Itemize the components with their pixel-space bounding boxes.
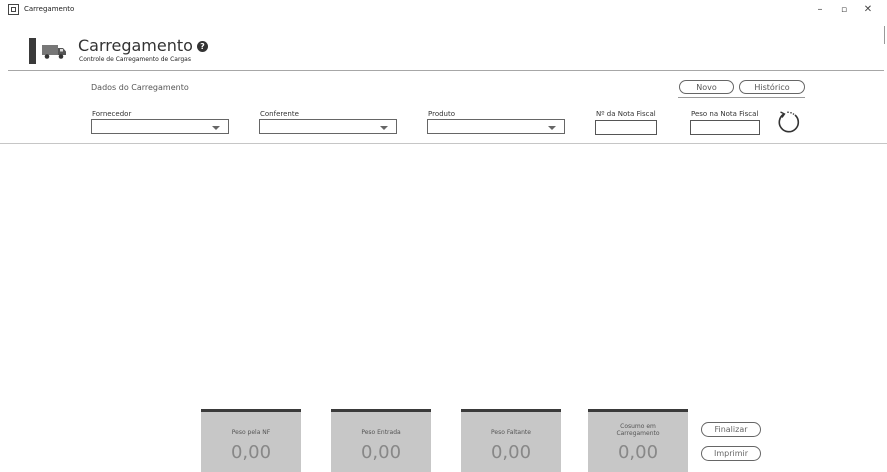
panel-label: Cosumo em Carregamento [616,423,660,437]
app-icon [8,4,19,15]
produto-label: Produto [428,110,456,118]
panel-value: 0,00 [490,442,532,463]
scrollbar[interactable] [884,26,885,44]
historico-button[interactable]: Histórico [739,80,805,94]
truck-icon [42,45,66,59]
help-icon[interactable]: ? [196,41,208,52]
finalizar-button[interactable]: Finalizar [701,422,761,437]
page-title: Carregamento? [78,36,208,55]
page-title-text: Carregamento [78,36,193,55]
accent-bar [29,38,36,64]
panel-label: Peso pela NF [231,429,271,436]
close-button[interactable]: ✕ [858,3,878,17]
chevron-down-icon [548,126,556,130]
peso-faltante-panel: Peso Faltante 0,00 [461,409,561,472]
nota-fiscal-input[interactable] [595,120,657,135]
panel-value: 0,00 [617,442,659,463]
header-divider [8,70,884,71]
title-bar: Carregamento – ▫ ✕ [0,0,887,20]
content-divider [0,143,887,144]
maximize-button[interactable]: ▫ [834,3,854,17]
minimize-button[interactable]: – [810,3,830,17]
refresh-icon[interactable] [775,109,801,135]
section-label: Dados do Carregamento [91,83,189,92]
peso-entrada-panel: Peso Entrada 0,00 [331,409,431,472]
nota-fiscal-label: Nº da Nota Fiscal [596,110,656,118]
produto-select[interactable] [427,119,565,134]
conferente-select[interactable] [259,119,397,134]
chevron-down-icon [212,126,220,130]
panel-label: Peso Entrada [361,429,401,436]
imprimir-button[interactable]: Imprimir [701,446,761,461]
window-title: Carregamento [24,5,75,13]
chevron-down-icon [380,126,388,130]
fornecedor-label: Fornecedor [92,110,132,118]
page-subtitle: Controle de Carregamento de Cargas [79,56,191,63]
peso-nota-label: Peso na Nota Fiscal [691,110,759,118]
panel-value: 0,00 [230,442,272,463]
panel-label: Peso Faltante [491,429,531,436]
novo-button[interactable]: Novo [679,80,734,94]
fornecedor-select[interactable] [91,119,229,134]
consumo-panel: Cosumo em Carregamento 0,00 [588,409,688,472]
conferente-label: Conferente [260,110,299,118]
peso-nota-input[interactable] [690,120,760,135]
panel-value: 0,00 [360,442,402,463]
toolbar-underline [678,97,805,98]
peso-nf-panel: Peso pela NF 0,00 [201,409,301,472]
